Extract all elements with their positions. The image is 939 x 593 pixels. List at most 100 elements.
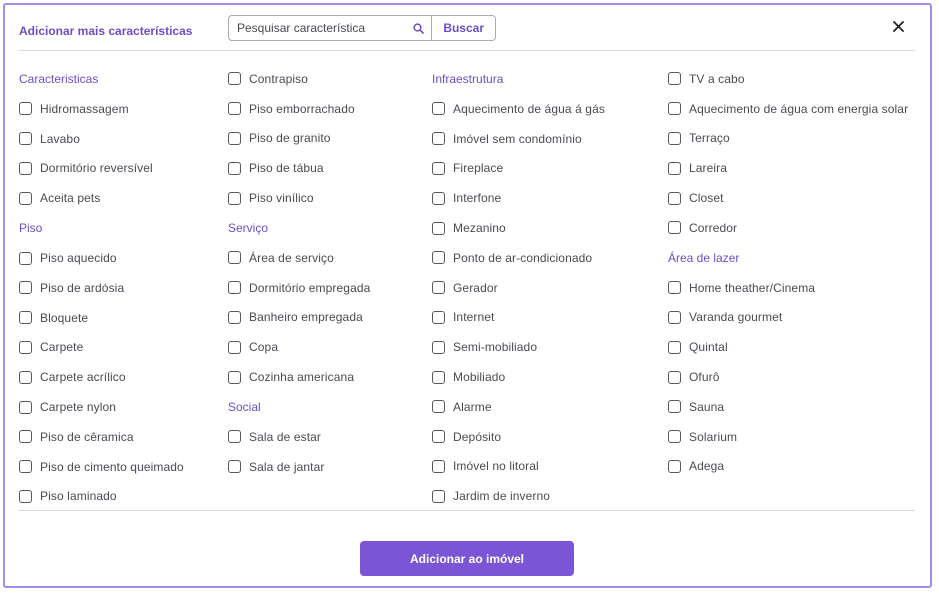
feature-checkbox[interactable] xyxy=(668,370,681,384)
feature-checkbox[interactable] xyxy=(228,131,241,145)
feature-option[interactable]: Carpete xyxy=(19,333,219,363)
feature-checkbox[interactable] xyxy=(432,161,445,175)
feature-checkbox[interactable] xyxy=(19,400,32,414)
feature-checkbox[interactable] xyxy=(228,310,241,324)
feature-checkbox[interactable] xyxy=(668,131,681,145)
feature-option[interactable]: Alarme xyxy=(432,392,662,422)
feature-checkbox[interactable] xyxy=(668,281,681,295)
feature-checkbox[interactable] xyxy=(432,370,445,384)
feature-option[interactable]: Carpete nylon xyxy=(19,392,219,422)
feature-option[interactable]: Depósito xyxy=(432,422,662,452)
feature-checkbox[interactable] xyxy=(432,430,445,444)
feature-option[interactable]: Fireplace xyxy=(432,154,662,184)
feature-checkbox[interactable] xyxy=(19,281,32,295)
feature-option[interactable]: Piso de granito xyxy=(228,124,428,154)
feature-option[interactable]: Piso emborrachado xyxy=(228,94,428,124)
feature-checkbox[interactable] xyxy=(228,191,241,205)
feature-checkbox[interactable] xyxy=(432,132,445,146)
feature-checkbox[interactable] xyxy=(228,460,241,474)
feature-option[interactable]: Imóvel sem condomínio xyxy=(432,124,662,154)
feature-checkbox[interactable] xyxy=(668,191,681,205)
feature-checkbox[interactable] xyxy=(19,251,32,265)
feature-option[interactable]: Closet xyxy=(668,183,930,213)
feature-checkbox[interactable] xyxy=(228,72,241,86)
add-to-property-button[interactable]: Adicionar ao imóvel xyxy=(360,541,574,576)
feature-option[interactable]: Adega xyxy=(668,452,930,482)
feature-checkbox[interactable] xyxy=(668,340,681,354)
feature-option[interactable]: Carpete acrílico xyxy=(19,362,219,392)
feature-checkbox[interactable] xyxy=(19,430,32,444)
feature-option[interactable]: Sala de estar xyxy=(228,422,428,452)
feature-checkbox[interactable] xyxy=(228,161,241,175)
feature-option[interactable]: Bloquete xyxy=(19,303,219,333)
feature-option[interactable]: Mezanino xyxy=(432,213,662,243)
feature-checkbox[interactable] xyxy=(668,459,681,473)
feature-option[interactable]: Corredor xyxy=(668,213,930,243)
feature-option[interactable]: Ponto de ar-condicionado xyxy=(432,243,662,273)
feature-option[interactable]: Imóvel no litoral xyxy=(432,452,662,482)
feature-option[interactable]: Banheiro empregada xyxy=(228,303,428,333)
feature-checkbox[interactable] xyxy=(668,221,681,235)
feature-option[interactable]: Mobiliado xyxy=(432,362,662,392)
feature-checkbox[interactable] xyxy=(19,102,32,116)
feature-option[interactable]: Solarium xyxy=(668,422,930,452)
feature-option[interactable]: TV a cabo xyxy=(668,64,930,94)
feature-checkbox[interactable] xyxy=(19,340,32,354)
feature-option[interactable]: Piso aquecido xyxy=(19,243,219,273)
feature-checkbox[interactable] xyxy=(19,489,32,503)
feature-option[interactable]: Semi-mobiliado xyxy=(432,332,662,362)
feature-option[interactable]: Sauna xyxy=(668,392,930,422)
feature-checkbox[interactable] xyxy=(668,310,681,324)
feature-checkbox[interactable] xyxy=(228,281,241,295)
feature-checkbox[interactable] xyxy=(668,102,681,116)
feature-checkbox[interactable] xyxy=(228,430,241,444)
feature-option[interactable]: Piso vinílico xyxy=(228,183,428,213)
feature-option[interactable]: Contrapiso xyxy=(228,64,428,94)
feature-checkbox[interactable] xyxy=(668,72,681,86)
feature-checkbox[interactable] xyxy=(432,489,445,503)
feature-checkbox[interactable] xyxy=(228,251,241,265)
feature-option[interactable]: Área de serviço xyxy=(228,243,428,273)
feature-checkbox[interactable] xyxy=(19,191,32,205)
search-input[interactable] xyxy=(229,16,406,40)
feature-checkbox[interactable] xyxy=(19,132,32,146)
feature-option[interactable]: Quintal xyxy=(668,332,930,362)
feature-checkbox[interactable] xyxy=(432,191,445,205)
feature-option[interactable]: Internet xyxy=(432,303,662,333)
feature-checkbox[interactable] xyxy=(19,370,32,384)
feature-checkbox[interactable] xyxy=(432,310,445,324)
feature-option[interactable]: Home theather/Cinema xyxy=(668,273,930,303)
feature-checkbox[interactable] xyxy=(668,161,681,175)
feature-option[interactable]: Aquecimento de água á gás xyxy=(432,94,662,124)
close-button[interactable] xyxy=(889,19,907,37)
search-icon[interactable] xyxy=(405,16,431,40)
feature-option[interactable]: Aquecimento de água com energia solar xyxy=(668,94,930,124)
feature-checkbox[interactable] xyxy=(668,400,681,414)
feature-option[interactable]: Piso de tábua xyxy=(228,153,428,183)
search-button[interactable]: Buscar xyxy=(431,16,495,40)
feature-option[interactable]: Piso de cimento queimado xyxy=(19,452,219,482)
feature-option[interactable]: Dormitório empregada xyxy=(228,273,428,303)
feature-checkbox[interactable] xyxy=(432,400,445,414)
feature-option[interactable]: Copa xyxy=(228,332,428,362)
feature-checkbox[interactable] xyxy=(228,102,241,116)
feature-option[interactable]: Sala de jantar xyxy=(228,452,428,482)
feature-option[interactable]: Interfone xyxy=(432,183,662,213)
feature-checkbox[interactable] xyxy=(432,340,445,354)
feature-checkbox[interactable] xyxy=(668,430,681,444)
feature-option[interactable]: Lareira xyxy=(668,153,930,183)
feature-option[interactable]: Aceita pets xyxy=(19,183,219,213)
feature-option[interactable]: Jardim de inverno xyxy=(432,481,662,511)
feature-option[interactable]: Cozinha americana xyxy=(228,362,428,392)
feature-checkbox[interactable] xyxy=(432,221,445,235)
feature-option[interactable]: Terraço xyxy=(668,124,930,154)
feature-option[interactable]: Varanda gourmet xyxy=(668,303,930,333)
feature-option[interactable]: Gerador xyxy=(432,273,662,303)
feature-checkbox[interactable] xyxy=(432,102,445,116)
feature-checkbox[interactable] xyxy=(228,340,241,354)
feature-checkbox[interactable] xyxy=(432,281,445,295)
feature-option[interactable]: Piso de ardósia xyxy=(19,273,219,303)
feature-option[interactable]: Hidromassagem xyxy=(19,94,219,124)
feature-option[interactable]: Lavabo xyxy=(19,124,219,154)
feature-checkbox[interactable] xyxy=(228,370,241,384)
